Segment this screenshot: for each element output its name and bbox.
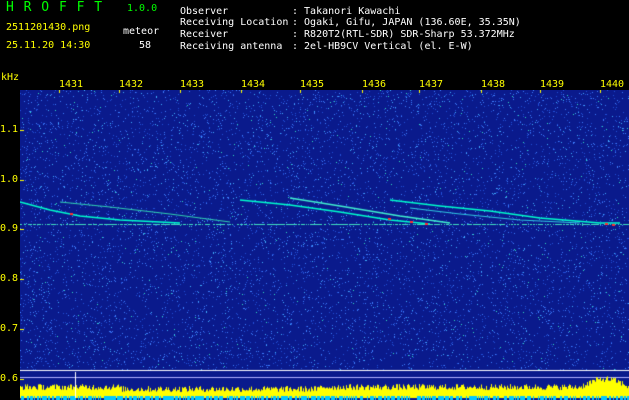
antenna-label: Receiving antenna (180, 41, 283, 52)
y-tick-label: 0.6 (0, 373, 19, 384)
hroffft-window: H R O F F T 1.0.0 2511201430.png meteor … (0, 0, 629, 400)
y-axis-unit: kHz (1, 72, 20, 83)
antenna-value: : 2el-HB9CV Vertical (el. E-W) (292, 41, 473, 52)
y-tick-label: 1.0 (0, 174, 19, 185)
app-version: 1.0.0 (127, 3, 158, 14)
location-label: Receiving Location (180, 17, 289, 28)
y-tick-label: 0.9 (0, 223, 19, 234)
location-value: : Ogaki, Gifu, JAPAN (136.60E, 35.35N) (292, 17, 521, 28)
y-tick-label: 1.1 (0, 124, 19, 135)
type-label: meteor (123, 26, 160, 37)
app-name: H R O F F T (6, 0, 104, 15)
receiver-label: Receiver (180, 29, 229, 40)
spectrogram-canvas (20, 90, 629, 400)
datetime: 25.11.20 14:30 (6, 40, 91, 51)
spectrogram (20, 90, 629, 400)
meteor-count: 58 (139, 40, 152, 51)
receiver-value: : R820T2(RTL-SDR) SDR-Sharp 53.372MHz (292, 29, 515, 40)
filename: 2511201430.png (6, 22, 91, 33)
y-tick-label: 0.8 (0, 273, 19, 284)
y-tick-label: 0.7 (0, 323, 19, 334)
